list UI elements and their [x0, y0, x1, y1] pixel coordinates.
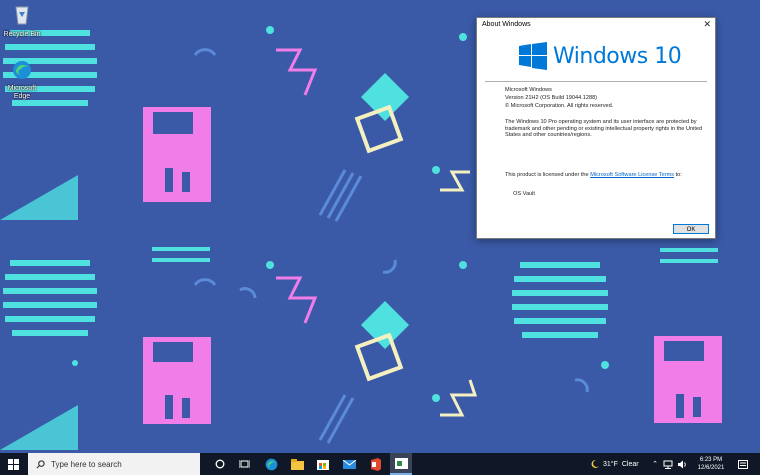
recycle-bin-icon	[15, 6, 29, 25]
network-icon	[663, 460, 673, 469]
taskbar-about-windows[interactable]	[390, 453, 412, 475]
close-icon[interactable]: ✕	[703, 19, 711, 30]
mail-icon	[342, 459, 356, 469]
description-text: The Windows 10 Pro operating system and …	[505, 119, 703, 138]
taskbar-edge[interactable]	[260, 453, 282, 475]
windows-logo: Windows 10	[519, 42, 682, 70]
moon-icon	[591, 459, 599, 468]
license-text: This product is licensed under the Micro…	[505, 172, 685, 179]
clock[interactable]: 6:23 PM 12/6/2021	[694, 453, 728, 475]
divider	[485, 81, 707, 82]
dialog-body: Windows 10 Microsoft Windows Version 21H…	[477, 34, 715, 238]
desktop-icon-label: Microsoft Edge	[7, 85, 37, 100]
network-button[interactable]	[662, 453, 674, 475]
taskbar-office[interactable]	[364, 453, 386, 475]
windows-logo-text: Windows 10	[553, 43, 682, 69]
folder-icon	[290, 458, 304, 470]
desktop-icon-recycle-bin[interactable]: Recycle Bin	[0, 4, 44, 39]
taskbar-mail[interactable]	[338, 453, 360, 475]
product-name: Microsoft Windows	[505, 87, 552, 93]
volume-button[interactable]	[676, 453, 688, 475]
license-terms-link[interactable]: Microsoft Software License Terms	[590, 172, 674, 178]
copyright-text: © Microsoft Corporation. All rights rese…	[505, 103, 614, 109]
chevron-up-icon: ⌃	[652, 461, 658, 468]
clock-time: 6:23 PM	[699, 457, 723, 463]
winver-icon	[394, 457, 408, 469]
licensee-name: OS Vault	[513, 191, 535, 197]
clock-date: 12/6/2021	[697, 465, 725, 471]
desktop: Recycle Bin Microsoft Edge About Windows…	[0, 0, 760, 453]
license-prefix: This product is licensed under the	[505, 172, 589, 178]
license-suffix: to:	[675, 172, 682, 178]
ok-button[interactable]: OK	[673, 224, 709, 234]
windows-flag-icon	[519, 42, 547, 70]
edge-icon	[265, 458, 277, 470]
search-icon	[36, 459, 45, 468]
dialog-title-bar[interactable]: About Windows ✕	[477, 18, 715, 34]
weather-widget[interactable]: 31°F Clear	[590, 453, 646, 475]
cortana-button[interactable]	[210, 453, 230, 475]
speaker-icon	[678, 460, 686, 468]
edge-icon	[13, 61, 31, 79]
cortana-icon	[215, 459, 225, 469]
task-view-icon	[238, 460, 250, 468]
desktop-icon-label: Recycle Bin	[3, 31, 41, 38]
about-windows-dialog: About Windows ✕ Windows 10 Microsoft Win…	[476, 17, 716, 239]
start-button[interactable]	[0, 453, 26, 475]
weather-condition: Clear	[621, 460, 639, 468]
taskbar-search-box[interactable]: Type here to search	[28, 453, 200, 475]
windows-start-icon	[7, 458, 19, 470]
task-view-button[interactable]	[234, 453, 254, 475]
version-text: Version 21H2 (OS Build 19044.1288)	[505, 95, 598, 101]
dialog-title: About Windows	[482, 21, 531, 28]
store-icon	[317, 460, 329, 470]
taskbar-store[interactable]	[312, 453, 334, 475]
show-hidden-icons[interactable]: ⌃	[650, 453, 660, 475]
notifications-button[interactable]	[734, 453, 752, 475]
notification-icon	[738, 459, 748, 469]
desktop-icon-edge[interactable]: Microsoft Edge	[0, 60, 44, 101]
office-icon	[371, 457, 381, 471]
taskbar: Type here to search 31°F Clear ⌃ 6:23 PM…	[0, 453, 760, 475]
weather-temp: 31°F	[603, 460, 618, 468]
taskbar-file-explorer[interactable]	[286, 453, 308, 475]
search-placeholder: Type here to search	[51, 459, 122, 469]
